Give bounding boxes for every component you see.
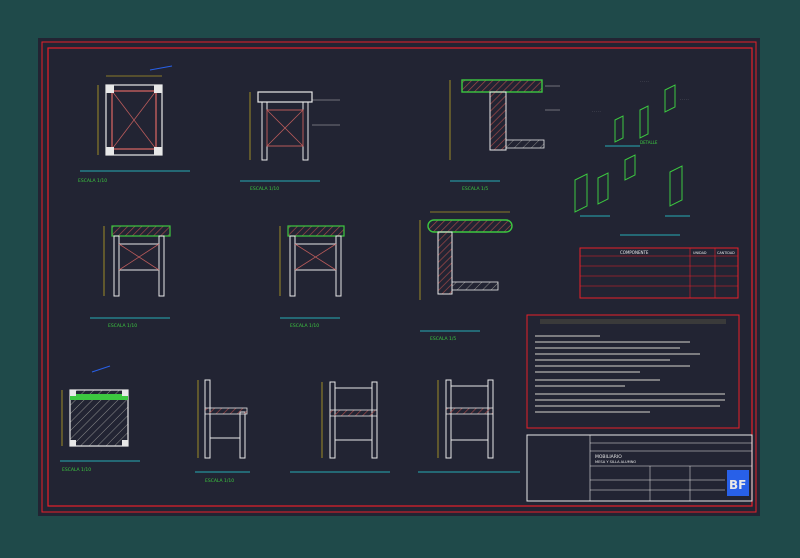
svg-text:· · · · ·: · · · · · [640, 79, 649, 83]
table-elev-b-scale: ESCALA 1/10 [290, 323, 319, 329]
materials-header-unit: UNIDAD [693, 251, 707, 255]
table-elev-a-scale: ESCALA 1/10 [108, 323, 137, 329]
table-front-scale: ESCALA 1/10 [250, 186, 279, 192]
chair-side-scale: ESCALA 1/10 [205, 478, 234, 484]
paper [38, 38, 760, 516]
chair-plan-scale: ESCALA 1/10 [62, 467, 91, 473]
cad-drawing: ESCALA 1/10 ESCALA 1/10 ESCALA 1/5 · · ·… [38, 38, 760, 516]
title-logo-text: BF [729, 478, 746, 492]
table-detail-scale: ESCALA 1/5 [462, 186, 488, 192]
table-detail-b-scale: ESCALA 1/5 [430, 336, 456, 342]
iso-detail-label: DETALLE [640, 140, 658, 145]
drawing-sheet: ESCALA 1/10 ESCALA 1/10 ESCALA 1/5 · · ·… [0, 0, 800, 554]
materials-header-qty: CANTIDAD [717, 251, 735, 255]
materials-header-item: COMPONENTE [620, 250, 649, 255]
svg-text:· · · · ·: · · · · · [592, 109, 601, 113]
table-plan-scale: ESCALA 1/10 [78, 178, 107, 184]
svg-text:· · · · ·: · · · · · [680, 97, 689, 101]
title-subtitle: MESA Y SILLA ALUMNO [595, 460, 636, 464]
